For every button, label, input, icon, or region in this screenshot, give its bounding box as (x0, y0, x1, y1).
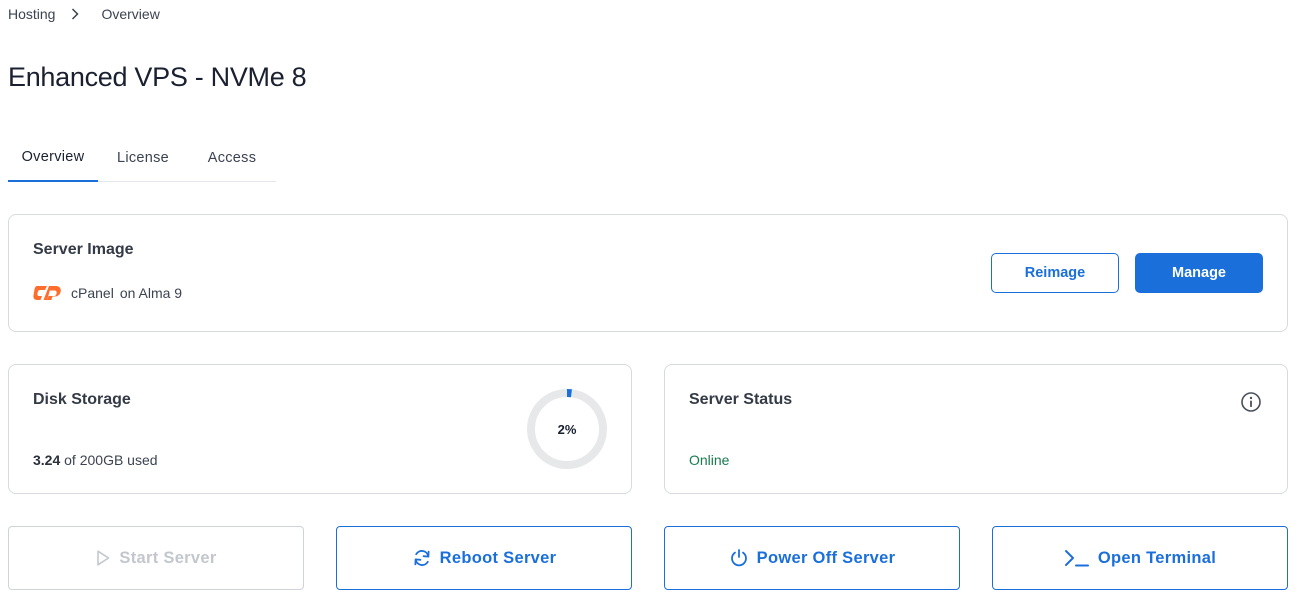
server-status-card: Server Status Online (664, 364, 1288, 494)
server-image-card: Server Image cPanel on Alma 9 Reimage Ma… (8, 214, 1288, 332)
tab-overview[interactable]: Overview (8, 134, 98, 182)
tab-license[interactable]: License (98, 134, 188, 182)
server-image-title: Server Image (33, 241, 134, 258)
disk-usage-text: 3.24 of 200GB used (33, 452, 158, 468)
info-icon[interactable] (1240, 391, 1262, 413)
reboot-server-button[interactable]: Reboot Server (336, 526, 632, 590)
disk-total-text: of 200GB used (64, 452, 158, 468)
start-server-button[interactable]: Start Server (8, 526, 304, 590)
cpanel-logo-icon (33, 286, 61, 300)
manage-button[interactable]: Manage (1135, 253, 1263, 293)
play-icon (97, 550, 110, 566)
server-image-product: cPanel (71, 285, 114, 301)
server-image-os-name: on Alma 9 (119, 285, 183, 301)
reboot-server-label: Reboot Server (439, 548, 557, 567)
server-status-title: Server Status (689, 391, 793, 408)
reimage-button[interactable]: Reimage (991, 253, 1119, 293)
disk-percent-label: 2% (557, 421, 577, 437)
tab-bar: Overview License Access (8, 134, 276, 182)
chevron-right-icon (71, 8, 80, 20)
page-title: Enhanced VPS - NVMe 8 (8, 62, 307, 92)
disk-storage-title: Disk Storage (33, 391, 131, 408)
tab-access[interactable]: Access (188, 134, 276, 182)
power-icon (730, 549, 747, 567)
server-status-value: Online (689, 452, 730, 468)
disk-storage-card: Disk Storage 3.24 of 200GB used 2% (8, 364, 632, 494)
disk-used-value: 3.24 (33, 452, 61, 468)
power-off-server-button[interactable]: Power Off Server (664, 526, 960, 590)
terminal-icon (1064, 550, 1089, 567)
breadcrumb-hosting-link[interactable]: Hosting (8, 6, 55, 22)
open-terminal-label: Open Terminal (1097, 548, 1217, 567)
breadcrumb: Hosting Overview (8, 6, 160, 22)
refresh-icon (414, 550, 430, 566)
open-terminal-button[interactable]: Open Terminal (992, 526, 1288, 590)
power-off-server-label: Power Off Server (756, 548, 896, 567)
server-image-os: cPanel on Alma 9 (33, 283, 182, 303)
start-server-label: Start Server (119, 548, 217, 567)
breadcrumb-current: Overview (101, 6, 160, 22)
